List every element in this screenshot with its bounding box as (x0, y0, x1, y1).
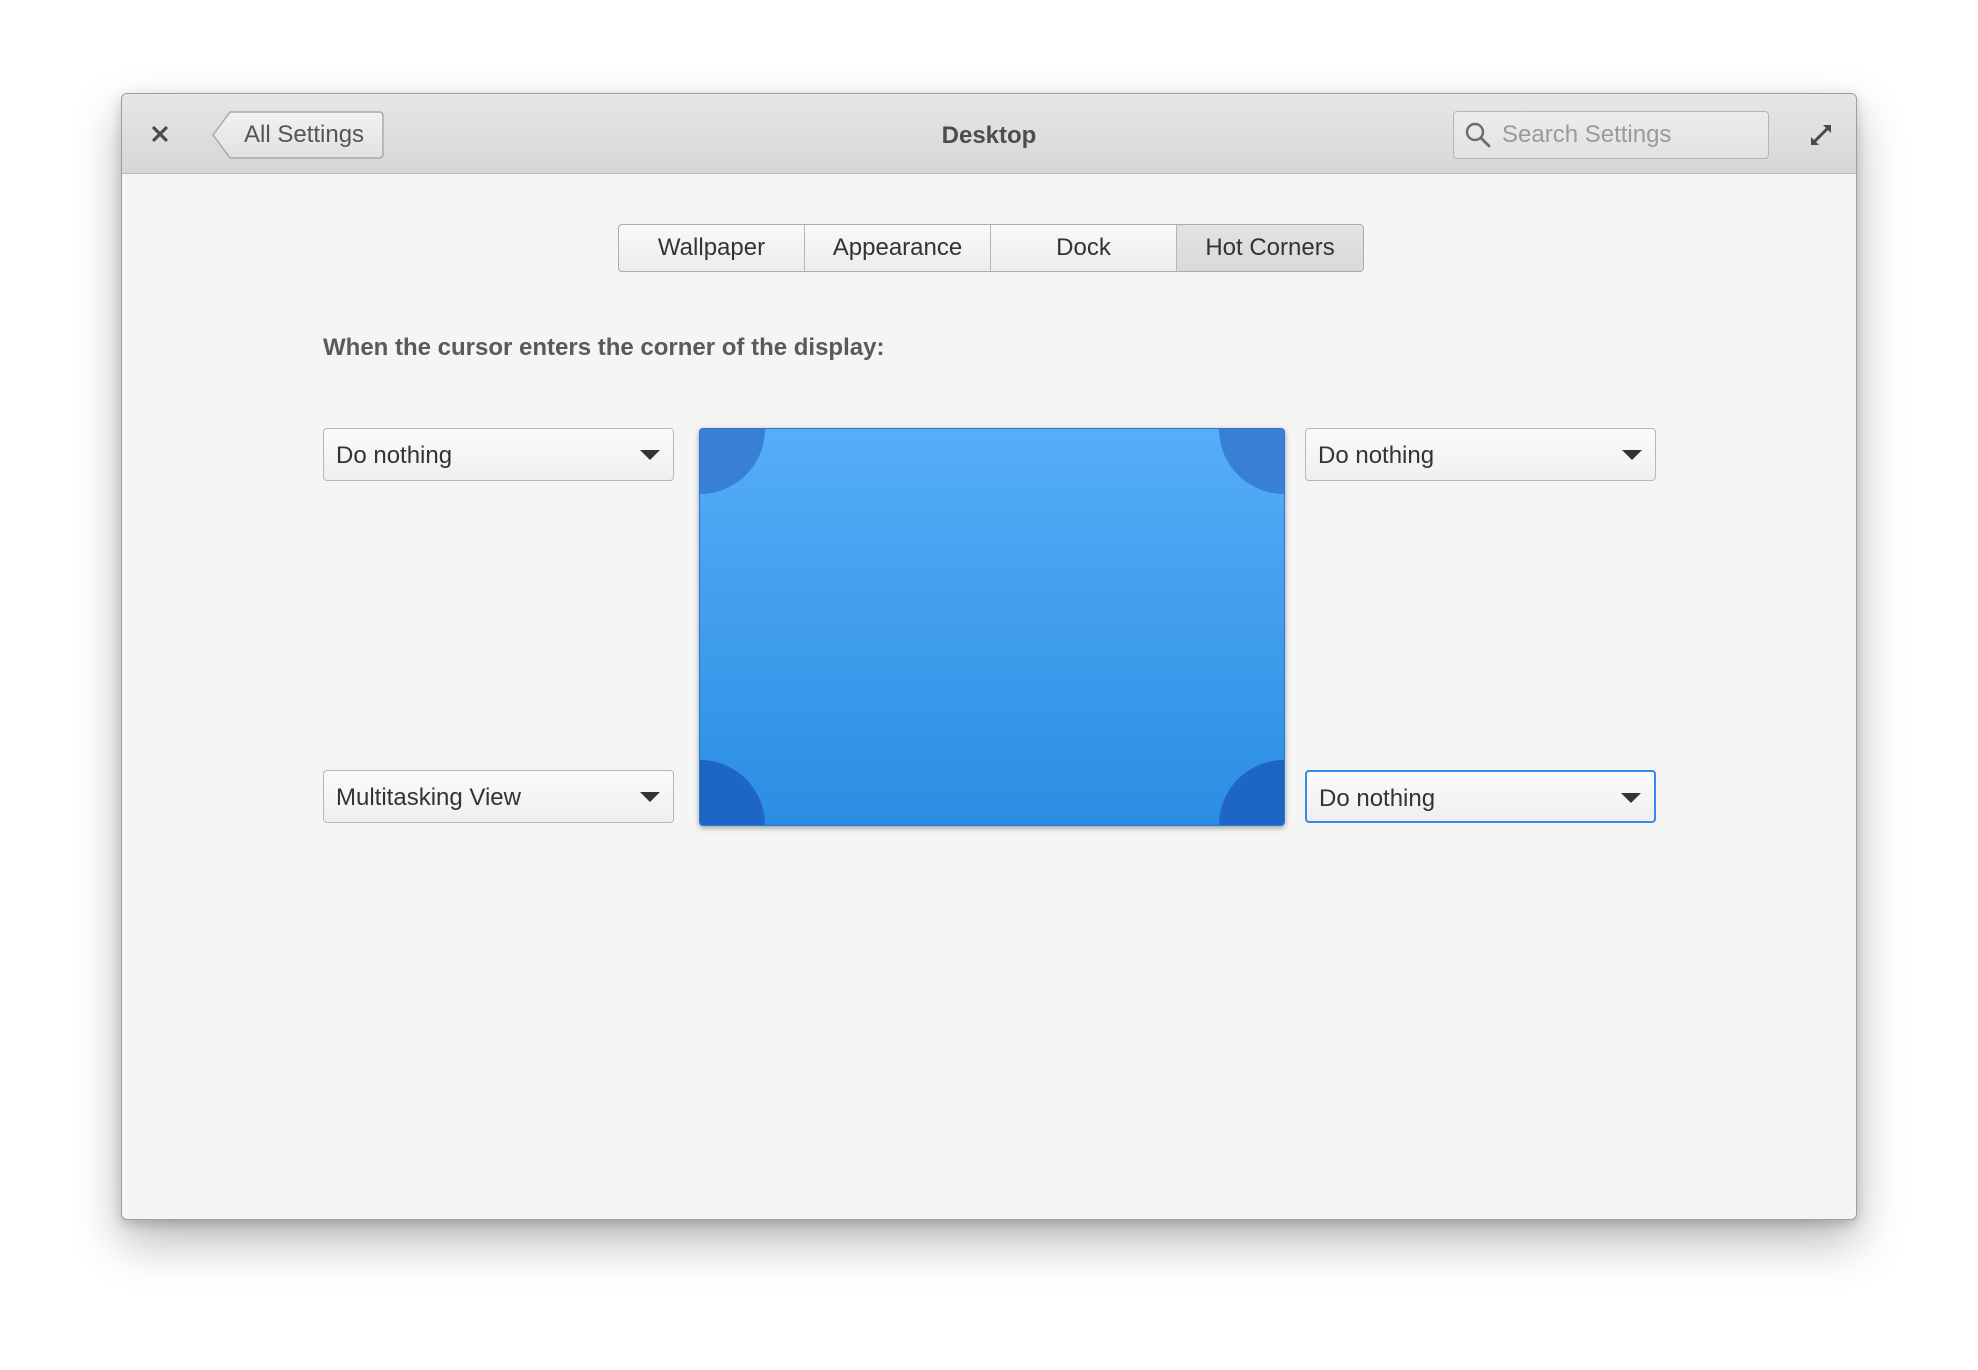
maximize-button[interactable] (1804, 118, 1838, 152)
top-left-hot-corner (700, 429, 765, 494)
tab-wallpaper[interactable]: Wallpaper (619, 225, 805, 271)
back-button-label: All Settings (244, 121, 365, 148)
top-right-corner-dropdown[interactable]: Do nothing (1305, 428, 1656, 481)
tab-dock[interactable]: Dock (991, 225, 1177, 271)
close-icon (152, 126, 168, 142)
bottom-right-corner-dropdown[interactable]: Do nothing (1305, 770, 1656, 823)
chevron-down-icon (640, 450, 660, 460)
tab-hot-corners[interactable]: Hot Corners (1177, 225, 1363, 271)
top-left-corner-value: Do nothing (336, 442, 453, 469)
chevron-down-icon (1621, 793, 1641, 803)
tab-appearance[interactable]: Appearance (805, 225, 991, 271)
top-right-corner-value: Do nothing (1318, 442, 1435, 469)
display-preview (699, 428, 1285, 826)
chevron-down-icon (1622, 450, 1642, 460)
chevron-down-icon (640, 792, 660, 802)
bottom-right-hot-corner (1219, 760, 1284, 825)
titlebar: All Settings Desktop (122, 94, 1856, 174)
back-button-all-settings[interactable]: All Settings (212, 111, 384, 159)
bottom-left-corner-value: Multitasking View (336, 784, 521, 811)
maximize-icon (1811, 125, 1831, 145)
top-right-hot-corner (1219, 429, 1284, 494)
close-button[interactable] (144, 118, 176, 150)
settings-window: All Settings Desktop Wallpaper Appearanc… (121, 93, 1857, 1220)
tab-bar: Wallpaper Appearance Dock Hot Corners (618, 224, 1364, 272)
bottom-left-hot-corner (700, 760, 765, 825)
search-icon (1465, 122, 1491, 148)
search-input[interactable] (1502, 112, 1762, 158)
hot-corners-heading: When the cursor enters the corner of the… (323, 334, 885, 361)
bottom-left-corner-dropdown[interactable]: Multitasking View (323, 770, 674, 823)
bottom-right-corner-value: Do nothing (1319, 785, 1436, 812)
search-box[interactable] (1453, 111, 1769, 159)
top-left-corner-dropdown[interactable]: Do nothing (323, 428, 674, 481)
